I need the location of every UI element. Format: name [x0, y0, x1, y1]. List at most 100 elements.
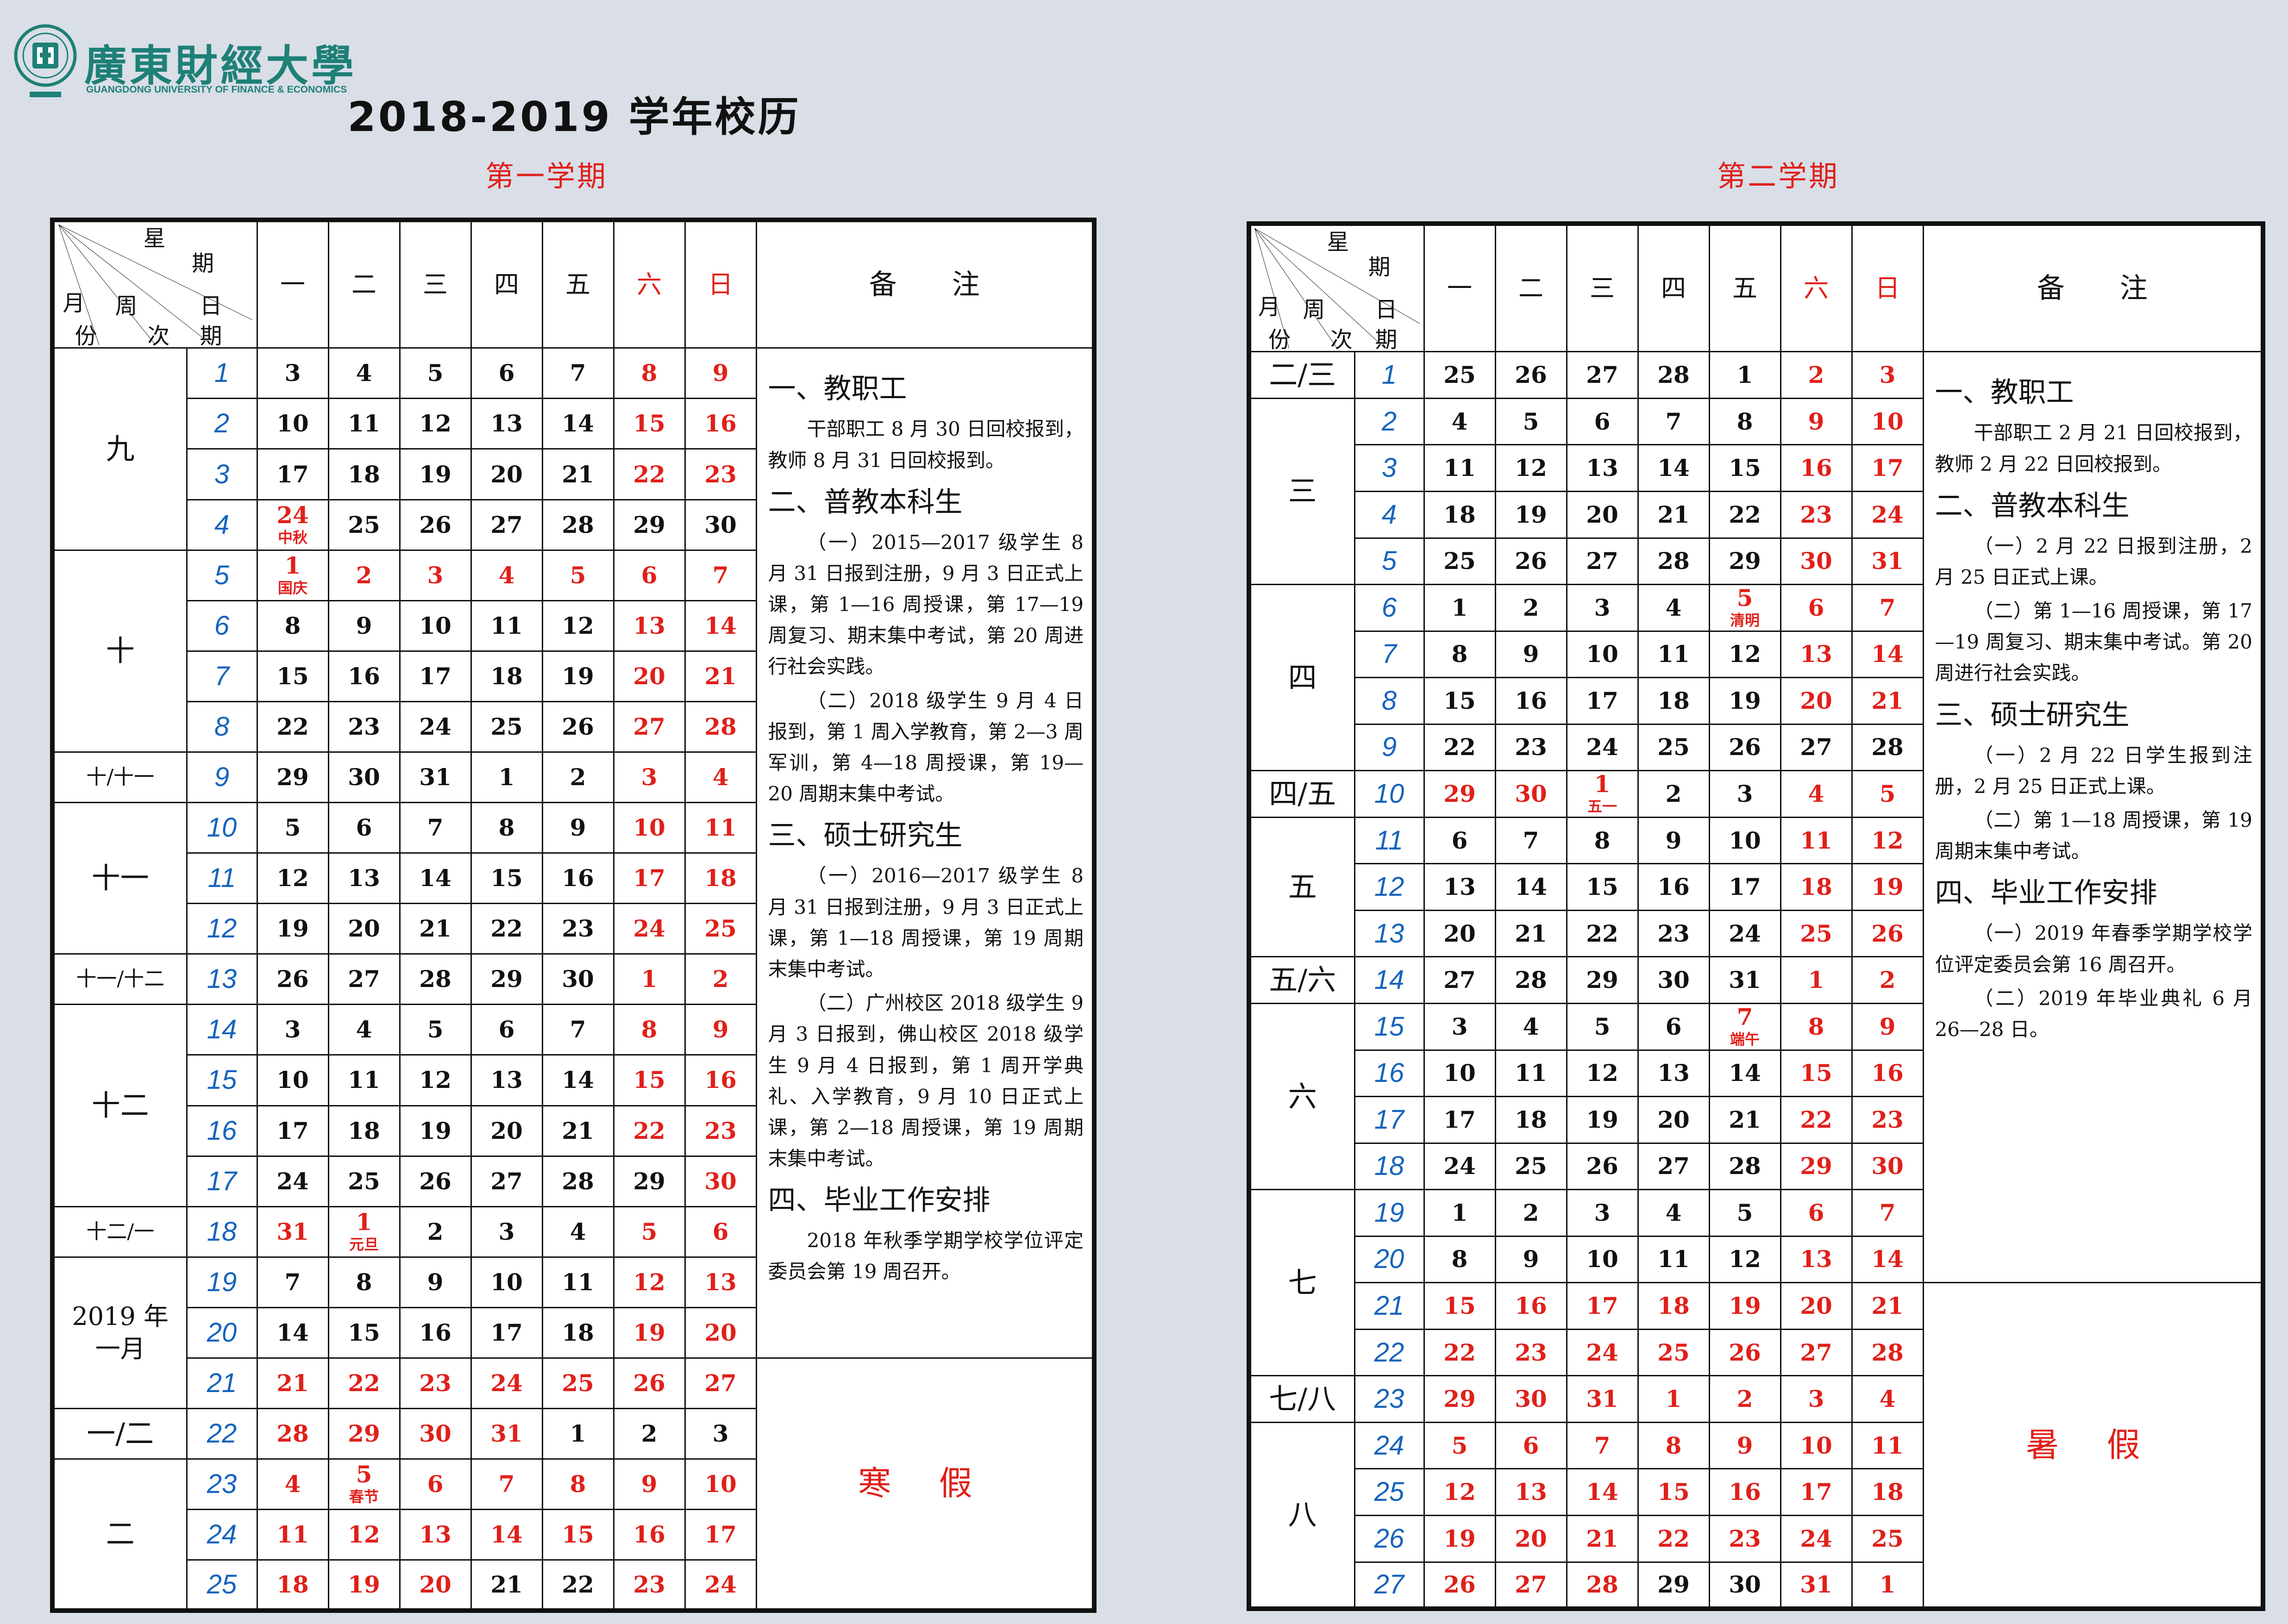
day-cell: 1	[1708, 351, 1781, 399]
day-number: 17	[1729, 873, 1761, 901]
day-number: 4	[1523, 1012, 1539, 1040]
day-number: 26	[562, 712, 594, 740]
vacation-label: 寒 假	[755, 1357, 1095, 1612]
day-cell: 15	[256, 650, 329, 702]
day-number: 12	[1443, 1478, 1476, 1506]
day-number: 21	[1871, 687, 1904, 714]
day-cell: 19	[541, 650, 614, 702]
day-number: 26	[419, 511, 451, 538]
day-number: 24	[490, 1369, 523, 1397]
day-number: 25	[1515, 1152, 1547, 1180]
day-number: 12	[1871, 826, 1904, 854]
day-number: 16	[704, 410, 737, 437]
day-cell: 10	[1780, 1421, 1853, 1470]
day-cell: 23	[1708, 1515, 1781, 1563]
weekday-header-6: 六	[613, 219, 686, 349]
notes-section-heading: 三、硕士研究生	[768, 819, 963, 852]
day-number: 30	[1800, 547, 1832, 575]
notes-paragraph: （二）2019 年毕业典礼 6 月 26—28 日。	[1935, 987, 2253, 1041]
day-number: 19	[1729, 687, 1761, 714]
day-cell: 13	[1780, 1235, 1853, 1284]
weekday-header-7: 日	[1851, 223, 1924, 353]
day-cell: 8	[613, 347, 686, 400]
corner-label: 日	[200, 293, 222, 319]
day-cell: 19	[399, 1105, 472, 1157]
day-number: 14	[1586, 1478, 1618, 1506]
day-number: 7	[570, 359, 586, 387]
day-cell: 31	[1851, 537, 1924, 586]
day-number: 11	[704, 814, 737, 842]
month-cell: 二/三	[1248, 351, 1355, 399]
day-number: 8	[1594, 826, 1611, 854]
day-number: 27	[1586, 361, 1618, 389]
week-number: 17	[186, 1155, 258, 1207]
day-cell: 13	[1423, 863, 1496, 911]
day-number: 22	[1443, 733, 1476, 761]
day-number: 21	[490, 1570, 523, 1598]
day-cell: 22	[1423, 723, 1496, 772]
day-number: 10	[276, 1066, 309, 1094]
day-number: 29	[348, 1420, 380, 1447]
week-number: 10	[1354, 770, 1425, 818]
day-number: 19	[419, 460, 451, 488]
day-number: 28	[562, 1167, 594, 1195]
day-cell: 26	[1494, 351, 1567, 399]
day-number: 14	[704, 612, 737, 639]
week-number: 23	[1354, 1375, 1425, 1423]
notes-paragraph: （二）2018 级学生 9 月 4 日报到，第 1 周入学教育，第 2—3 周军…	[768, 689, 1084, 806]
vacation-label: 暑 假	[1922, 1282, 2264, 1610]
corner-label: 期	[200, 323, 222, 348]
day-cell: 12	[327, 1509, 401, 1561]
day-cell: 29	[470, 953, 543, 1006]
day-cell: 15	[1423, 677, 1496, 725]
day-number: 26	[419, 1167, 451, 1195]
day-number: 24	[1443, 1152, 1476, 1180]
day-number: 1	[284, 552, 301, 580]
day-cell: 5	[541, 549, 614, 601]
weekday-header-1: 一	[1423, 223, 1496, 353]
notes-section-heading: 二、普教本科生	[1935, 489, 2130, 522]
day-number: 1	[641, 965, 658, 993]
week-number: 26	[1354, 1515, 1425, 1563]
corner-label: 次	[147, 323, 170, 348]
week-number: 18	[1354, 1142, 1425, 1191]
month-cell: 2019 年一月	[51, 1256, 188, 1409]
day-cell: 29	[1566, 956, 1639, 1004]
day-number: 16	[419, 1318, 451, 1346]
week-number: 20	[1354, 1235, 1425, 1284]
day-number: 6	[356, 814, 372, 842]
day-cell: 27	[1566, 351, 1639, 399]
day-number: 11	[1443, 454, 1476, 482]
week-number: 16	[186, 1105, 258, 1157]
day-cell: 29	[1780, 1142, 1853, 1191]
day-number: 12	[348, 1521, 380, 1549]
day-number: 16	[1800, 454, 1832, 482]
day-number: 19	[276, 915, 309, 943]
day-number: 13	[419, 1521, 451, 1549]
day-number: 25	[1443, 547, 1476, 575]
week-number: 18	[186, 1206, 258, 1258]
day-number: 11	[1657, 1245, 1690, 1273]
weekday-header-1: 一	[256, 219, 329, 349]
day-cell: 21	[541, 448, 614, 500]
day-cell: 20	[613, 650, 686, 702]
day-cell: 29	[327, 1407, 401, 1460]
day-number: 18	[1657, 1292, 1690, 1320]
day-cell: 26	[1708, 723, 1781, 772]
day-number: 15	[562, 1521, 594, 1549]
day-cell: 8	[256, 600, 329, 652]
day-number: 12	[1729, 1245, 1761, 1273]
day-number: 25	[1871, 1524, 1904, 1552]
day-cell: 7	[1851, 1189, 1924, 1237]
notes-section-heading: 三、硕士研究生	[1935, 699, 2130, 731]
day-number: 2	[641, 1420, 658, 1447]
day-number: 25	[704, 915, 737, 943]
week-number: 22	[186, 1407, 258, 1460]
day-number: 4	[570, 1218, 586, 1245]
day-cell: 6	[684, 1206, 757, 1258]
day-number: 19	[419, 1117, 451, 1144]
calendar-week-row: 九 1 3 4 5 6 7 8 9 一、教职工 干部职工 8 月 30 日回校报到，教师 8 月 3…	[51, 347, 1095, 1359]
day-number: 10	[1586, 1245, 1618, 1273]
day-cell: 24	[1423, 1142, 1496, 1191]
day-number: 8	[498, 814, 515, 842]
